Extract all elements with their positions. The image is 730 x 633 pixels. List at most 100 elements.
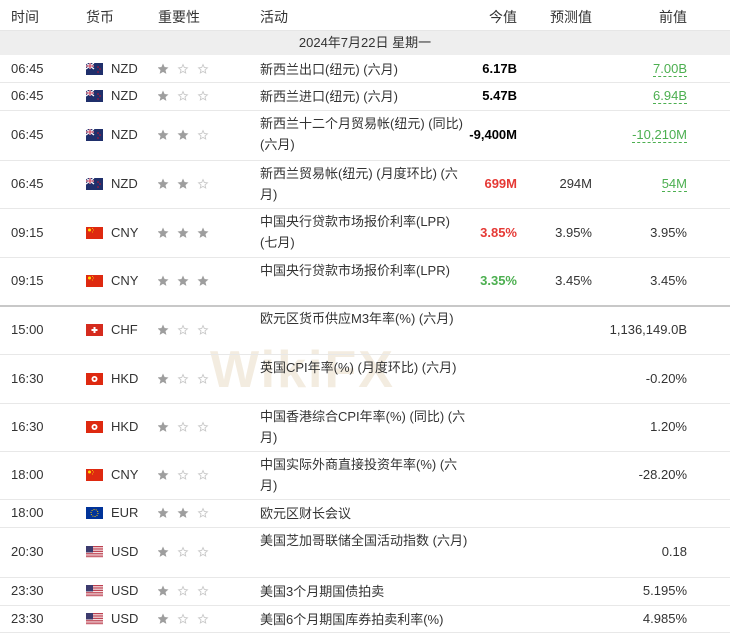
importance-stars — [157, 506, 218, 520]
event-name[interactable]: 新西兰出口(纽元) (六月) — [260, 59, 470, 80]
currency-code: EUR — [111, 505, 139, 520]
event-name[interactable]: 欧元区货币供应M3年率(%) (六月) — [260, 308, 470, 329]
flag-cn-icon — [86, 469, 103, 481]
importance-stars — [157, 89, 218, 103]
star-icon — [177, 63, 189, 74]
importance-stars — [157, 420, 218, 434]
event-name[interactable]: 新西兰贸易帐(纽元) (月度环比) (六月) — [260, 163, 470, 205]
header-actual[interactable]: 今值 — [489, 7, 517, 27]
flag-hk-icon — [86, 421, 103, 433]
importance-stars — [157, 545, 218, 559]
event-name[interactable]: 美国3个月期国债拍卖 — [260, 581, 470, 602]
header-event[interactable]: 活动 — [260, 7, 288, 27]
star-icon — [197, 585, 209, 596]
star-icon — [157, 507, 169, 518]
star-icon — [177, 226, 189, 238]
event-name[interactable]: 中国央行贷款市场报价利率(LPR) — [260, 260, 470, 281]
table-row[interactable]: 06:45 NZD 新西兰出口(纽元) (六月) 6.17B 7.00B — [0, 56, 730, 83]
star-icon — [197, 90, 209, 101]
event-time: 16:30 — [11, 419, 44, 434]
table-row[interactable]: 23:30 USD 美国3个月期国债拍卖 5.195% — [0, 577, 730, 606]
star-icon — [177, 178, 189, 189]
previous-value[interactable]: 7.00B — [653, 61, 687, 77]
importance-stars — [157, 323, 218, 337]
star-icon — [197, 612, 209, 624]
star-icon — [197, 129, 209, 140]
table-row[interactable]: 09:15 CNY 中国央行贷款市场报价利率(LPR) 3.35% 3.45% 3.45% — [0, 257, 730, 307]
table-row[interactable]: 15:00 CHF 欧元区货币供应M3年率(%) (六月) 1,136,149.0B — [0, 305, 730, 355]
date-label: 2024年7月22日 星期一 — [0, 31, 730, 55]
table-row[interactable]: 18:00 EUR 欧元区财长会议 — [0, 499, 730, 528]
star-icon — [157, 372, 169, 384]
flag-cn-icon — [86, 275, 103, 287]
star-icon — [197, 226, 209, 238]
currency-code: HKD — [111, 370, 139, 386]
flag-us-icon — [86, 612, 103, 625]
previous-value: 5.195% — [642, 583, 687, 598]
star-icon — [177, 585, 189, 596]
forecast-value: 294M — [559, 176, 592, 191]
importance-stars — [157, 468, 218, 482]
star-icon — [157, 226, 169, 238]
star-icon — [197, 421, 209, 432]
event-name[interactable]: 美国6个月期国库券拍卖利率(%) — [260, 609, 470, 630]
event-name[interactable]: 中国香港综合CPI年率(%) (同比) (六月) — [260, 406, 470, 448]
table-row[interactable]: 06:45 NZD 新西兰贸易帐(纽元) (月度环比) (六月) 699M 294M 54… — [0, 160, 730, 209]
star-icon — [157, 421, 169, 432]
table-row[interactable]: 16:30 HKD 英国CPI年率(%) (月度环比) (六月) -0.20% — [0, 354, 730, 404]
calendar-page: WikiFX WikiFX 时间 货币 重要性 活动 今值 预测值 前值 202… — [0, 0, 730, 633]
flag-eu-icon — [86, 507, 103, 519]
currency-code: NZD — [111, 127, 138, 142]
flag-hk-icon — [86, 372, 103, 385]
importance-stars — [157, 62, 218, 76]
event-name[interactable]: 中国央行贷款市场报价利率(LPR) (七月) — [260, 211, 470, 253]
header-previous[interactable]: 前值 — [659, 7, 687, 27]
star-icon — [157, 178, 169, 189]
table-row[interactable]: 23:30 USD 美国6个月期国库券拍卖利率(%) 4.985% — [0, 605, 730, 633]
previous-value: 1,136,149.0B — [609, 321, 687, 337]
header-forecast[interactable]: 预测值 — [550, 7, 592, 27]
event-name[interactable]: 新西兰进口(纽元) (六月) — [260, 86, 470, 107]
actual-value: 6.17B — [482, 61, 517, 76]
star-icon — [197, 546, 209, 557]
event-name[interactable]: 新西兰十二个月贸易帐(纽元) (同比) (六月) — [260, 113, 470, 155]
currency-code: USD — [111, 583, 139, 598]
event-name[interactable]: 英国CPI年率(%) (月度环比) (六月) — [260, 357, 470, 378]
event-time: 09:15 — [11, 273, 44, 288]
previous-value[interactable]: 6.94B — [653, 88, 687, 104]
table-row[interactable]: 18:00 CNY 中国实际外商直接投资年率(%) (六月) -28.20% — [0, 451, 730, 500]
header-importance[interactable]: 重要性 — [158, 7, 200, 27]
table-row[interactable]: 06:45 NZD 新西兰进口(纽元) (六月) 5.47B 6.94B — [0, 82, 730, 111]
flag-nz-icon — [85, 177, 103, 190]
table-row[interactable]: 06:45 NZD 新西兰十二个月贸易帐(纽元) (同比) (六月) -9,400M -… — [0, 110, 730, 161]
previous-value[interactable]: 54M — [661, 176, 687, 192]
star-icon — [197, 178, 209, 189]
importance-stars — [157, 372, 218, 386]
currency-code: NZD — [111, 88, 138, 103]
table-row[interactable]: 09:15 CNY 中国央行贷款市场报价利率(LPR) (七月) 3.85% 3.95%… — [0, 208, 730, 258]
star-icon — [177, 275, 189, 286]
star-icon — [157, 323, 169, 335]
header-currency[interactable]: 货币 — [86, 7, 114, 27]
table-row[interactable]: 20:30 USD 美国芝加哥联储全国活动指数 (六月) 0.18 — [0, 527, 730, 578]
table-row[interactable]: 16:30 HKD 中国香港综合CPI年率(%) (同比) (六月) 1.20% — [0, 403, 730, 452]
importance-stars — [157, 226, 218, 240]
star-icon — [157, 469, 169, 480]
event-name[interactable]: 欧元区财长会议 — [260, 503, 470, 524]
star-icon — [197, 507, 209, 518]
flag-nz-icon — [85, 128, 103, 141]
star-icon — [197, 469, 209, 480]
header-time[interactable]: 时间 — [11, 7, 39, 27]
star-icon — [177, 546, 189, 557]
star-icon — [177, 129, 189, 140]
event-name[interactable]: 美国芝加哥联储全国活动指数 (六月) — [260, 530, 470, 551]
previous-value: 1.20% — [650, 419, 687, 434]
star-icon — [177, 323, 189, 335]
star-icon — [157, 612, 169, 624]
currency-code: CNY — [111, 467, 139, 482]
event-name[interactable]: 中国实际外商直接投资年率(%) (六月) — [260, 454, 470, 496]
flag-nz-icon — [85, 62, 103, 75]
star-icon — [197, 323, 209, 335]
previous-value[interactable]: -10,210M — [632, 127, 687, 143]
star-icon — [177, 469, 189, 480]
